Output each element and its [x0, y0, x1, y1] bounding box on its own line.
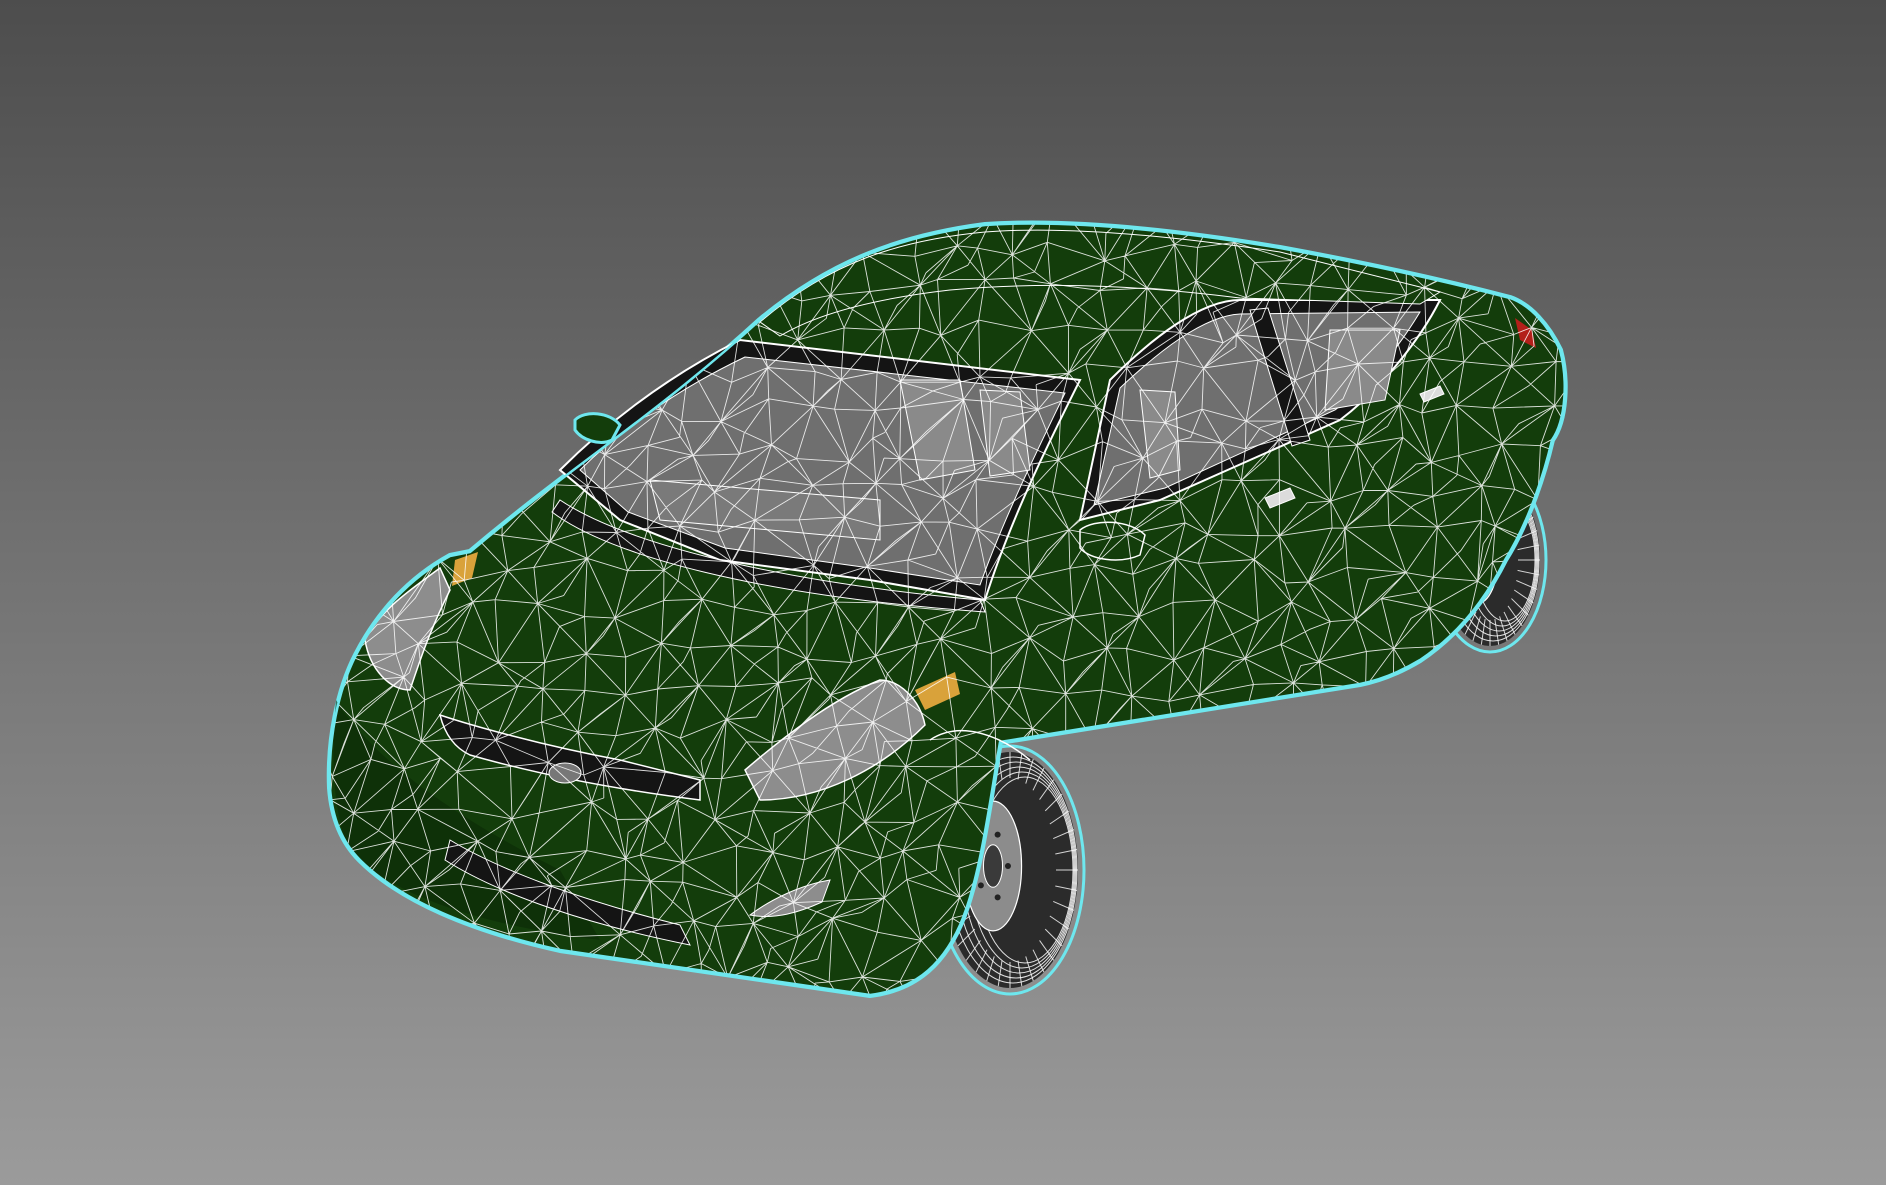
car-wireframe-model[interactable] [0, 0, 1886, 1185]
3d-viewport[interactable] [0, 0, 1886, 1185]
left-mirror [573, 412, 622, 444]
front-right-wheel-lug-nut [1004, 863, 1011, 869]
front-right-wheel-lug-nut [994, 894, 1001, 901]
front-right-wheel-lug-nut [977, 882, 984, 889]
front-right-wheel-lug-nut [994, 831, 1001, 838]
brand-badge [548, 762, 582, 784]
front-right-wheel-hub [982, 844, 1004, 888]
